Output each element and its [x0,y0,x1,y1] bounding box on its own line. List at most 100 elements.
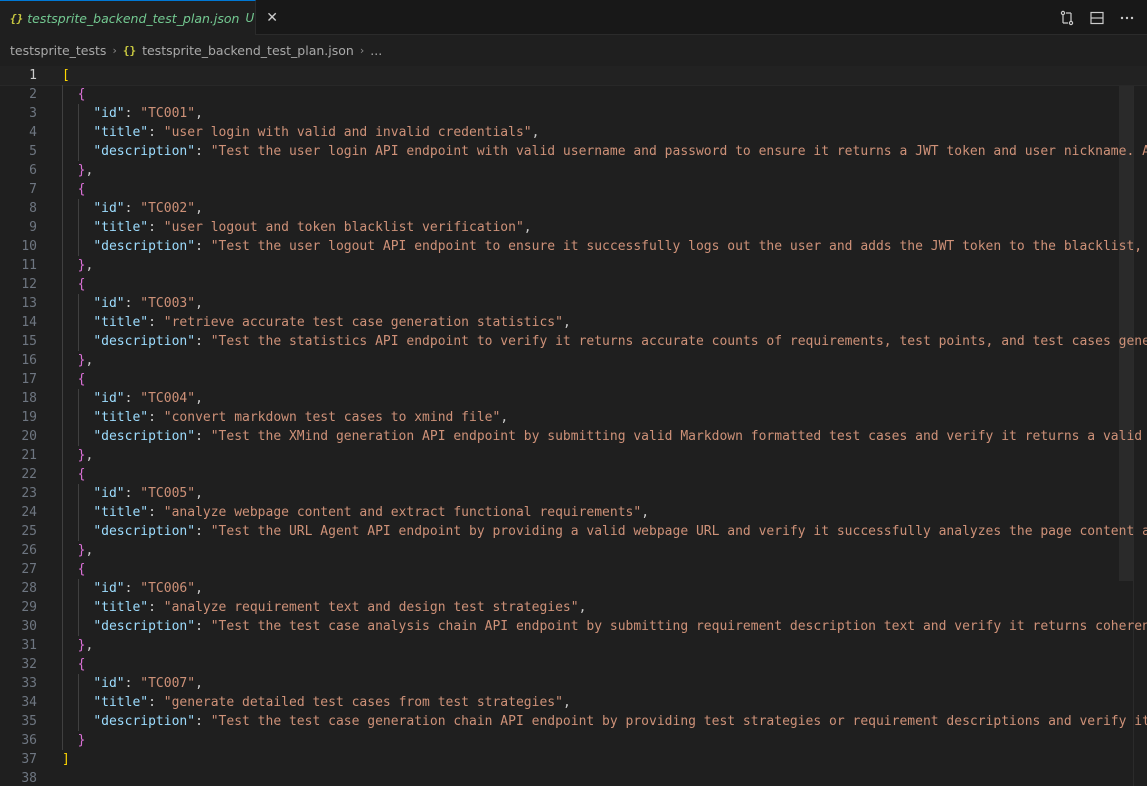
json-key: "title" [93,695,149,710]
code-line[interactable]: 9 "title": "user logout and token blackl… [0,218,1147,237]
code-line[interactable]: 8 "id": "TC002", [0,199,1147,218]
more-actions-icon[interactable] [1119,10,1135,26]
code-content: "description": "Test the user logout API… [62,237,1147,256]
code-line[interactable]: 10 "description": "Test the user logout … [0,237,1147,256]
code-content: "description": "Test the test case gener… [62,712,1147,731]
split-editor-icon[interactable] [1089,10,1105,26]
json-string-value: "Test the statistics API endpoint to ver… [210,334,1147,349]
breadcrumb-more[interactable]: ... [370,43,382,58]
colon: : [195,334,211,349]
code-line[interactable]: 1[ [0,66,1147,86]
line-number: 11 [21,258,37,273]
code-content: "title": "retrieve accurate test case ge… [62,313,570,332]
code-line[interactable]: 32 { [0,655,1147,674]
editor-tab-bar: {} testsprite_backend_test_plan.json U ✕ [0,0,1147,35]
editor-actions [1059,0,1135,35]
line-number: 6 [29,163,37,178]
code-line[interactable]: 38 [0,769,1147,786]
code-line[interactable]: 23 "id": "TC005", [0,484,1147,503]
code-line[interactable]: 7 { [0,180,1147,199]
code-line[interactable]: 17 { [0,370,1147,389]
json-key: "title" [93,600,149,615]
comma: , [85,258,94,273]
comma: , [195,581,203,596]
colon: : [148,410,164,425]
code-line[interactable]: 5 "description": "Test the user login AP… [0,142,1147,161]
code-line[interactable]: 36 } [0,731,1147,750]
code-line[interactable]: 25 "description": "Test the URL Agent AP… [0,522,1147,541]
code-content: }, [62,636,94,655]
json-string-value: "generate detailed test cases from test … [163,695,563,710]
json-key: "id" [93,296,125,311]
code-line[interactable]: 13 "id": "TC003", [0,294,1147,313]
code-content: "description": "Test the statistics API … [62,332,1147,351]
code-line[interactable]: 29 "title": "analyze requirement text an… [0,598,1147,617]
code-line[interactable]: 34 "title": "generate detailed test case… [0,693,1147,712]
code-content: "description": "Test the URL Agent API e… [62,522,1147,541]
colon: : [148,220,164,235]
code-editor[interactable]: 1[2 {3 "id": "TC001", 4 "title": "user lo… [0,66,1147,786]
code-content: "description": "Test the user login API … [62,142,1147,161]
code-line[interactable]: 37] [0,750,1147,769]
code-line[interactable]: 12 { [0,275,1147,294]
line-number: 38 [21,771,37,786]
tab-testsprite-backend-test-plan[interactable]: {} testsprite_backend_test_plan.json U ✕ [0,0,278,35]
json-key: "description" [93,239,196,254]
code-line[interactable]: 35 "description": "Test the test case ge… [0,712,1147,731]
code-line[interactable]: 4 "title": "user login with valid and in… [0,123,1147,142]
colon: : [148,600,164,615]
line-number: 27 [21,562,37,577]
code-content: }, [62,351,94,370]
code-line[interactable]: 27 { [0,560,1147,579]
line-number: 36 [21,733,37,748]
code-line[interactable]: 11 }, [0,256,1147,275]
code-line[interactable]: 14 "title": "retrieve accurate test case… [0,313,1147,332]
line-number: 19 [21,410,37,425]
code-line[interactable]: 30 "description": "Test the test case an… [0,617,1147,636]
object-brace: { [77,657,86,672]
code-line[interactable]: 21 }, [0,446,1147,465]
close-icon[interactable]: ✕ [266,10,278,26]
comma: , [562,695,571,710]
colon: : [148,125,164,140]
compare-changes-icon[interactable] [1059,10,1075,26]
breadcrumb-file[interactable]: testsprite_backend_test_plan.json [142,43,354,58]
code-line[interactable]: 24 "title": "analyze webpage content and… [0,503,1147,522]
breadcrumb-folder[interactable]: testsprite_tests [10,43,106,58]
code-content: }, [62,256,94,275]
colon: : [148,505,164,520]
code-line[interactable]: 6 }, [0,161,1147,180]
chevron-right-icon: › [359,43,365,57]
comma: , [523,220,532,235]
colon: : [195,524,211,539]
code-line[interactable]: 19 "title": "convert markdown test cases… [0,408,1147,427]
comma: , [85,163,94,178]
json-key: "description" [93,619,196,634]
code-line[interactable]: 22 { [0,465,1147,484]
code-content: { [62,370,86,389]
line-number: 7 [29,182,37,197]
code-line[interactable]: 28 "id": "TC006", [0,579,1147,598]
json-key: "description" [93,144,196,159]
line-number: 13 [21,296,37,311]
code-line[interactable]: 33 "id": "TC007", [0,674,1147,693]
code-line[interactable]: 26 }, [0,541,1147,560]
code-line[interactable]: 31 }, [0,636,1147,655]
colon: : [148,695,164,710]
code-line[interactable]: 18 "id": "TC004", [0,389,1147,408]
code-line[interactable]: 2 { [0,85,1147,104]
line-number: 3 [29,106,37,121]
code-line[interactable]: 16 }, [0,351,1147,370]
code-line[interactable]: 15 "description": "Test the statistics A… [0,332,1147,351]
colon: : [148,315,164,330]
code-line[interactable]: 3 "id": "TC001", [0,104,1147,123]
code-line[interactable]: 20 "description": "Test the XMind genera… [0,427,1147,446]
comma: , [85,448,94,463]
json-string-value: "Test the test case analysis chain API e… [210,619,1147,634]
colon: : [124,296,141,311]
comma: , [195,296,203,311]
line-number: 22 [21,467,37,482]
object-brace: { [77,182,86,197]
line-number: 29 [21,600,37,615]
code-content: "title": "analyze webpage content and ex… [62,503,649,522]
